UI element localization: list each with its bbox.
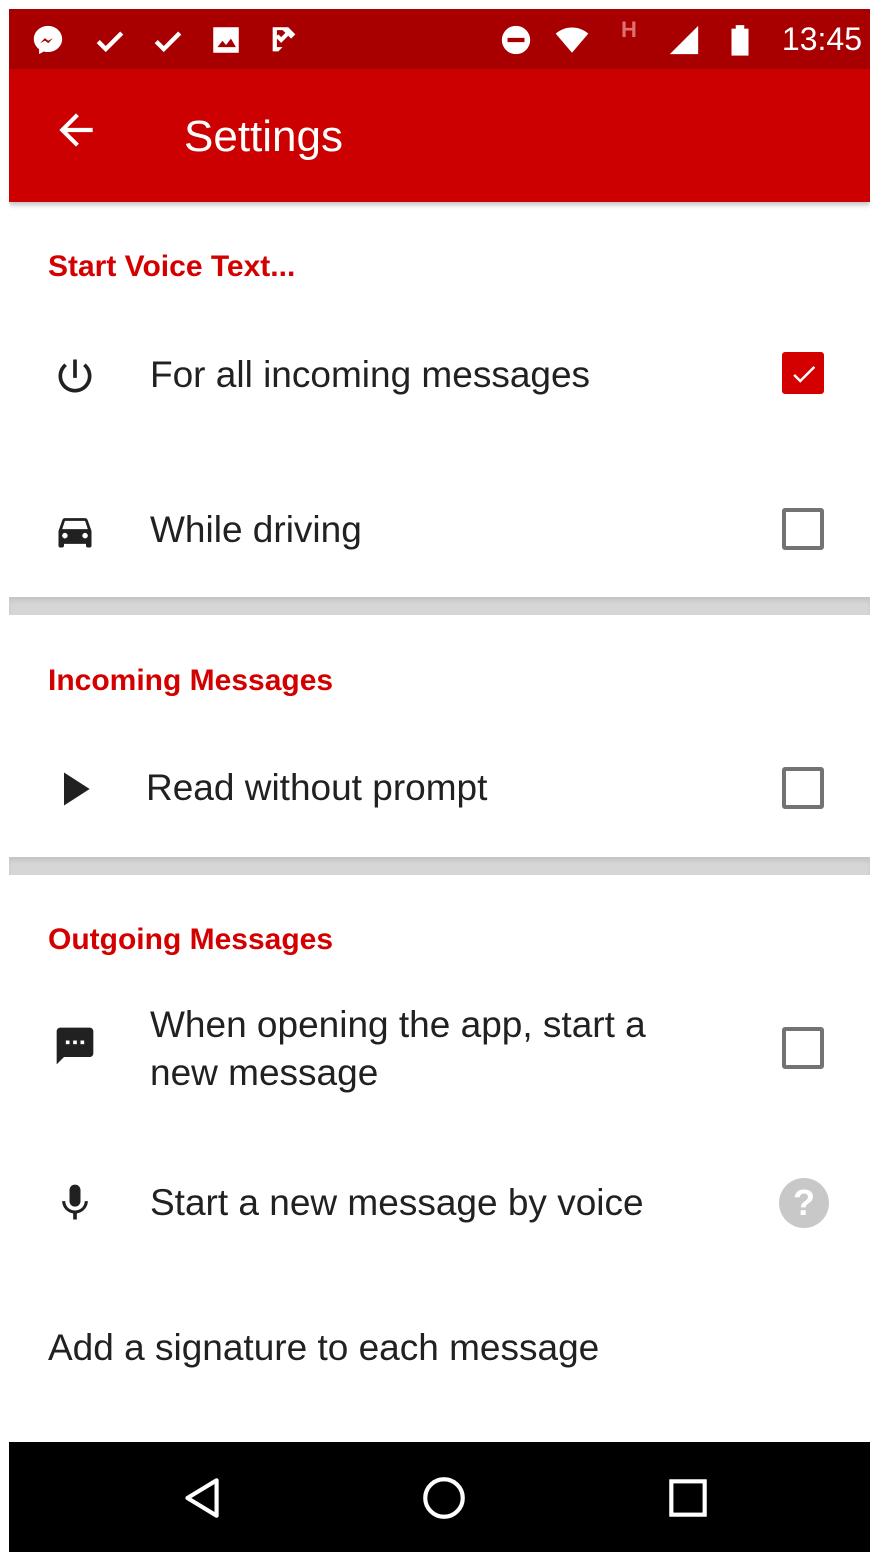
setting-row-start-new-on-open[interactable]: When opening the app, start a new messag… (9, 984, 870, 1114)
do-not-disturb-icon (499, 23, 533, 57)
signal-icon (667, 23, 701, 57)
navigation-bar (9, 1442, 870, 1552)
battery-icon (723, 23, 757, 57)
section-divider (9, 857, 870, 875)
setting-label: Read without prompt (146, 767, 488, 808)
section-header-start-voice: Start Voice Text... (48, 250, 296, 283)
setting-label: Add a signature to each message (48, 1327, 600, 1368)
status-bar: H 13:45 (9, 9, 870, 69)
section-header-incoming: Incoming Messages (48, 664, 334, 697)
home-circle-icon[interactable] (419, 1473, 469, 1523)
checkbox-read-without-prompt[interactable] (782, 767, 824, 809)
setting-row-while-driving[interactable]: While driving (9, 477, 870, 587)
help-icon[interactable]: ? (779, 1178, 829, 1228)
task-icon (267, 23, 301, 57)
power-icon (53, 354, 97, 398)
setting-label: While driving (150, 509, 362, 550)
microphone-icon (53, 1181, 97, 1225)
image-icon (209, 23, 243, 57)
section-header-outgoing: Outgoing Messages (48, 923, 334, 956)
setting-row-read-without-prompt[interactable]: Read without prompt (9, 739, 870, 849)
back-triangle-icon[interactable] (177, 1473, 227, 1523)
chat-icon (53, 1024, 97, 1068)
setting-row-start-by-voice[interactable]: Start a new message by voice ? (9, 1154, 870, 1264)
car-icon (53, 509, 97, 553)
recents-square-icon[interactable] (663, 1473, 713, 1523)
checkbox-start-new-on-open[interactable] (782, 1027, 824, 1069)
check-icon (93, 23, 127, 57)
settings-screen: H 13:45 Settings Start Voice Text... For… (9, 9, 870, 1552)
setting-label: Start a new message by voice (150, 1182, 644, 1223)
setting-row-all-incoming[interactable]: For all incoming messages (9, 324, 870, 434)
play-icon (53, 767, 97, 811)
setting-label-line1: When opening the app, start a (150, 1004, 646, 1045)
checkbox-while-driving[interactable] (782, 508, 824, 550)
setting-row-signature[interactable]: Add a signature to each message (9, 1299, 870, 1409)
app-bar (9, 69, 870, 202)
messenger-icon (31, 23, 65, 57)
checkbox-all-incoming[interactable] (782, 352, 824, 394)
setting-label: For all incoming messages (150, 354, 591, 395)
wifi-icon (555, 23, 589, 57)
setting-label-line2: new message (150, 1052, 379, 1093)
network-type: H (621, 17, 637, 42)
status-time: 13:45 (781, 21, 862, 57)
arrow-back-icon[interactable] (51, 105, 101, 155)
check-icon (151, 23, 185, 57)
page-title: Settings (184, 112, 343, 161)
section-divider (9, 597, 870, 615)
